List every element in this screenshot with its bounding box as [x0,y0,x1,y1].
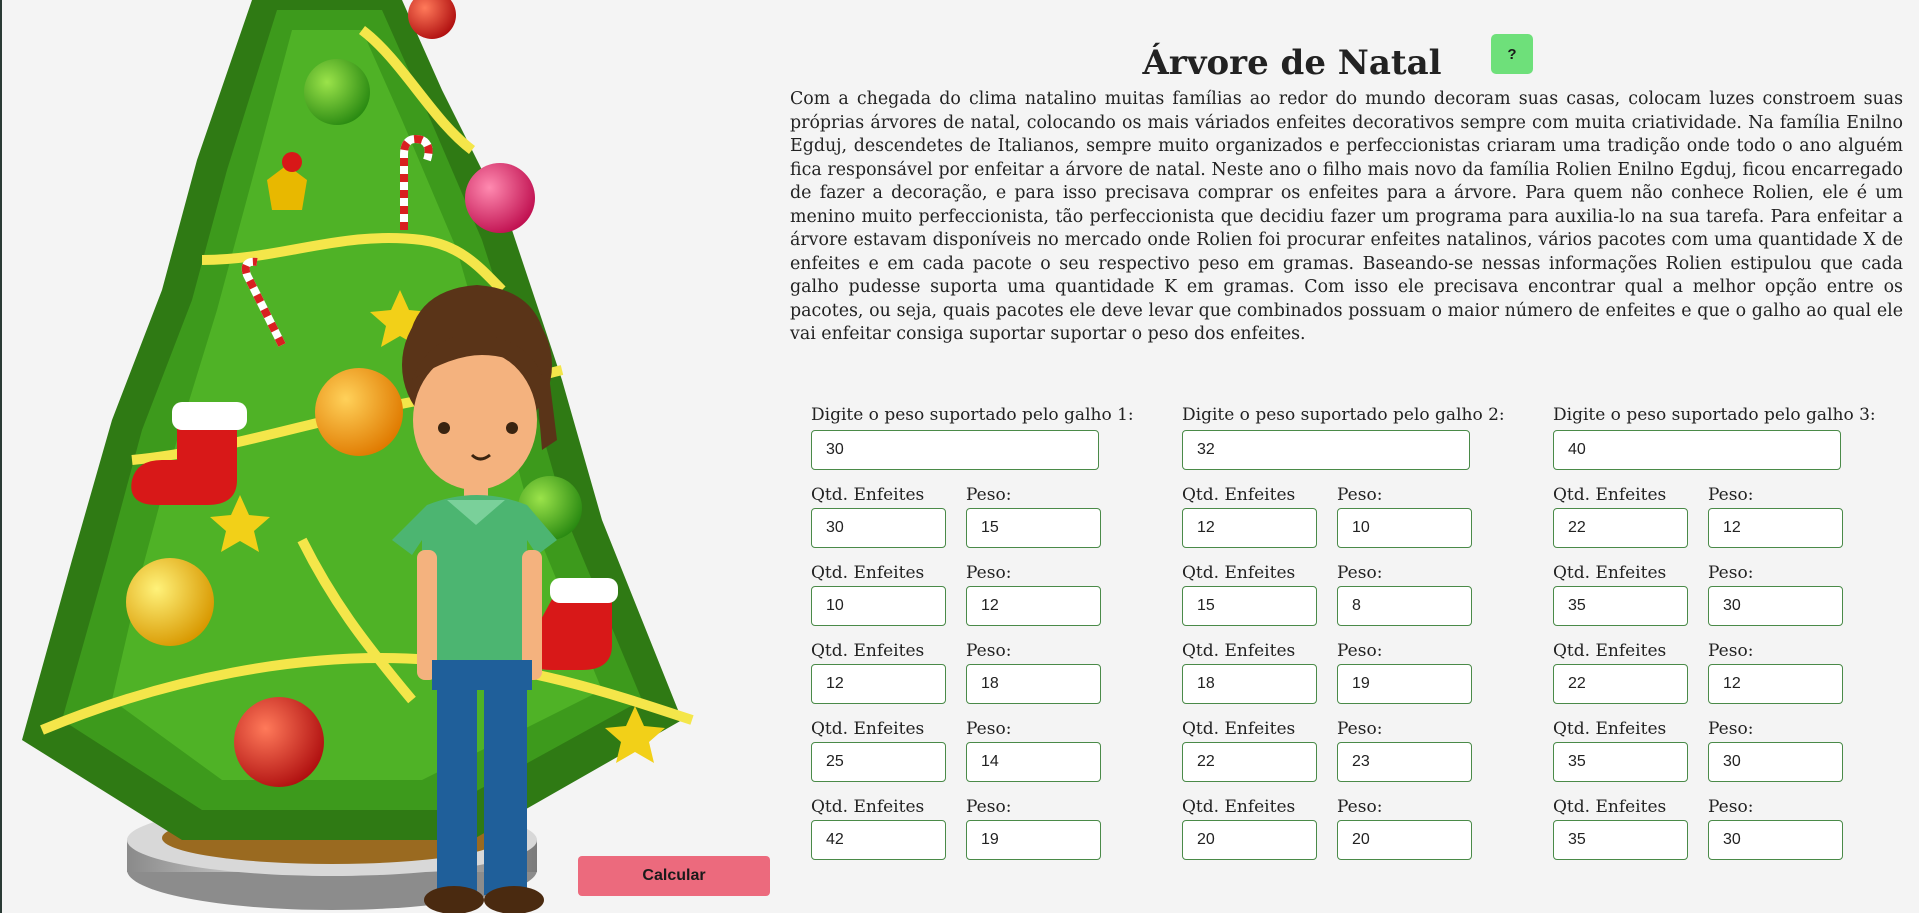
branch-3-pack-4: Qtd. Enfeites Peso: [1553,721,1919,782]
branch-3-pack-1-qty-input[interactable] [1553,508,1688,548]
branch-1-pack-3-qty-input[interactable] [811,664,946,704]
branch-3-section: Digite o peso suportado pelo galho 3: Qt… [1553,405,1919,860]
branch-1-pack-2-peso-input[interactable] [966,586,1101,626]
branch-2-pack-5-qty-input[interactable] [1182,820,1317,860]
branch-1-pack-1-peso-input[interactable] [966,508,1101,548]
peso-label: Peso: [1708,641,1754,661]
branch-3-weight-input[interactable] [1553,430,1841,470]
branch-2-pack-2-qty-input[interactable] [1182,586,1317,626]
peso-label: Peso: [1337,485,1383,505]
qty-label: Qtd. Enfeites [1182,797,1296,817]
branch-3-pack-3: Qtd. Enfeites Peso: [1553,643,1919,704]
qty-label: Qtd. Enfeites [1553,641,1667,661]
peso-label: Peso: [1708,485,1754,505]
qty-label: Qtd. Enfeites [1182,563,1296,583]
branch-2-pack-3-peso-input[interactable] [1337,664,1472,704]
branch-3-weight-label: Digite o peso suportado pelo galho 3: [1553,405,1876,425]
branch-3-pack-2: Qtd. Enfeites Peso: [1553,565,1919,626]
branch-1-pack-2-qty-input[interactable] [811,586,946,626]
peso-label: Peso: [966,641,1012,661]
qty-label: Qtd. Enfeites [811,719,925,739]
branch-1-pack-4-qty-input[interactable] [811,742,946,782]
branch-3-pack-4-peso-input[interactable] [1708,742,1843,782]
page-title: Árvore de Natal [1142,42,1442,83]
branch-2-pack-5-peso-input[interactable] [1337,820,1472,860]
branch-2-pack-4-qty-input[interactable] [1182,742,1317,782]
peso-label: Peso: [966,719,1012,739]
branch-1-pack-1: Qtd. Enfeites Peso: [811,487,1181,548]
peso-label: Peso: [966,563,1012,583]
qty-label: Qtd. Enfeites [811,797,925,817]
branch-1-pack-5: Qtd. Enfeites Peso: [811,799,1181,860]
branch-3-pack-1: Qtd. Enfeites Peso: [1553,487,1919,548]
qty-label: Qtd. Enfeites [1182,485,1296,505]
branch-3-pack-1-peso-input[interactable] [1708,508,1843,548]
qty-label: Qtd. Enfeites [811,563,925,583]
branch-3-pack-4-qty-input[interactable] [1553,742,1688,782]
branch-2-pack-3: Qtd. Enfeites Peso: [1182,643,1552,704]
christmas-tree-image [22,0,694,913]
branch-3-pack-5-peso-input[interactable] [1708,820,1843,860]
branch-1-pack-5-qty-input[interactable] [811,820,946,860]
peso-label: Peso: [1337,797,1383,817]
qty-label: Qtd. Enfeites [811,641,925,661]
branch-2-pack-1-qty-input[interactable] [1182,508,1317,548]
branch-1-section: Digite o peso suportado pelo galho 1: Qt… [811,405,1181,860]
branch-2-pack-1: Qtd. Enfeites Peso: [1182,487,1552,548]
branch-1-pack-2: Qtd. Enfeites Peso: [811,565,1181,626]
branch-2-weight-input[interactable] [1182,430,1470,470]
problem-description: Com a chegada do clima natalino muitas f… [790,89,1903,344]
branch-1-pack-3: Qtd. Enfeites Peso: [811,643,1181,704]
branch-3-pack-2-qty-input[interactable] [1553,586,1688,626]
branch-1-pack-5-peso-input[interactable] [966,820,1101,860]
qty-label: Qtd. Enfeites [1553,719,1667,739]
qty-label: Qtd. Enfeites [811,485,925,505]
help-button[interactable]: ? [1491,34,1533,74]
peso-label: Peso: [1337,641,1383,661]
branch-3-pack-3-peso-input[interactable] [1708,664,1843,704]
branch-2-pack-3-qty-input[interactable] [1182,664,1317,704]
peso-label: Peso: [1708,797,1754,817]
branch-3-pack-5: Qtd. Enfeites Peso: [1553,799,1919,860]
branch-3-pack-5-qty-input[interactable] [1553,820,1688,860]
qty-label: Qtd. Enfeites [1553,485,1667,505]
branch-1-pack-1-qty-input[interactable] [811,508,946,548]
peso-label: Peso: [966,797,1012,817]
branch-1-weight-input[interactable] [811,430,1099,470]
branch-2-weight-label: Digite o peso suportado pelo galho 2: [1182,405,1505,425]
calculate-button[interactable]: Calcular [578,856,770,896]
qty-label: Qtd. Enfeites [1553,797,1667,817]
branch-3-pack-2-peso-input[interactable] [1708,586,1843,626]
branch-2-pack-2-peso-input[interactable] [1337,586,1472,626]
peso-label: Peso: [1337,563,1383,583]
branch-2-pack-5: Qtd. Enfeites Peso: [1182,799,1552,860]
branch-2-pack-2: Qtd. Enfeites Peso: [1182,565,1552,626]
branch-1-weight-label: Digite o peso suportado pelo galho 1: [811,405,1134,425]
branch-1-pack-3-peso-input[interactable] [966,664,1101,704]
christmas-illustration [2,0,772,913]
qty-label: Qtd. Enfeites [1553,563,1667,583]
peso-label: Peso: [966,485,1012,505]
branch-2-pack-1-peso-input[interactable] [1337,508,1472,548]
qty-label: Qtd. Enfeites [1182,641,1296,661]
branch-2-pack-4-peso-input[interactable] [1337,742,1472,782]
branch-1-pack-4-peso-input[interactable] [966,742,1101,782]
branch-3-pack-3-qty-input[interactable] [1553,664,1688,704]
branch-2-section: Digite o peso suportado pelo galho 2: Qt… [1182,405,1552,860]
qty-label: Qtd. Enfeites [1182,719,1296,739]
peso-label: Peso: [1708,719,1754,739]
branch-2-pack-4: Qtd. Enfeites Peso: [1182,721,1552,782]
peso-label: Peso: [1708,563,1754,583]
branch-1-pack-4: Qtd. Enfeites Peso: [811,721,1181,782]
peso-label: Peso: [1337,719,1383,739]
